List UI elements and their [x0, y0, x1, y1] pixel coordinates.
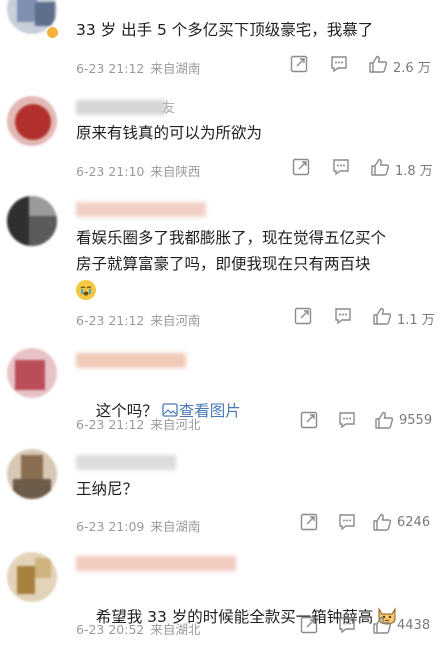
username	[76, 556, 236, 571]
avatar[interactable]	[7, 96, 57, 146]
comment-icon[interactable]	[338, 616, 356, 634]
username	[76, 455, 176, 470]
comment-actions: 2.6 万	[0, 55, 440, 77]
avatar[interactable]	[7, 552, 57, 602]
share-icon[interactable]	[294, 307, 312, 325]
like-count: 9559	[399, 413, 433, 428]
verified-badge-icon	[46, 26, 59, 39]
share-icon[interactable]	[300, 513, 318, 531]
comment-item: 希望我 33 岁的时候能全款买一箱钟薛高 6-23 20:52 来自湖北 4438	[0, 546, 440, 640]
like-count: 1.1 万	[397, 313, 435, 328]
comment-text: 33 岁 出手 5 个多亿买下顶级豪宅，我慕了	[76, 21, 374, 39]
avatar[interactable]	[7, 449, 57, 499]
crying-emoji-icon	[76, 280, 96, 300]
share-icon[interactable]	[300, 616, 318, 634]
like-count: 1.8 万	[395, 164, 433, 179]
like-icon[interactable]	[372, 513, 392, 531]
comment-actions: 1.8 万	[0, 158, 440, 180]
comment-item: 33 岁 出手 5 个多亿买下顶级豪宅，我慕了 6-23 21:12 来自湖南 2…	[0, 0, 440, 80]
username	[76, 100, 166, 115]
comment-icon[interactable]	[338, 513, 356, 531]
comment-item: 王纳尼？ 6-23 21:09 来自湖南 6246	[0, 443, 440, 538]
comment-item: 看娱乐圈多了我都膨胀了，现在觉得五亿买个 房子就算富豪了吗，即便我现在只有两百块…	[0, 192, 440, 337]
like-icon[interactable]	[372, 307, 392, 325]
comment-actions: 4438	[0, 616, 440, 638]
like-icon[interactable]	[368, 55, 388, 73]
username-tail: 友	[162, 101, 176, 116]
comment-actions: 6246	[0, 513, 440, 535]
share-icon[interactable]	[290, 55, 308, 73]
comment-icon[interactable]	[332, 158, 350, 176]
like-count: 6246	[397, 515, 431, 530]
avatar[interactable]	[7, 348, 57, 398]
comment-text: 王纳尼？	[76, 480, 139, 498]
share-icon[interactable]	[300, 411, 318, 429]
like-count: 4438	[397, 618, 431, 633]
like-icon[interactable]	[372, 616, 392, 634]
comment-text: 看娱乐圈多了我都膨胀了，现在觉得五亿买个 房子就算富豪了吗，即便我现在只有两百块	[76, 229, 387, 273]
like-icon[interactable]	[374, 411, 394, 429]
comment-icon[interactable]	[338, 411, 356, 429]
comment-text: 原来有钱真的可以为所欲为	[76, 124, 263, 142]
comment-icon[interactable]	[334, 307, 352, 325]
comment-actions: 9559	[0, 411, 440, 433]
like-count: 2.6 万	[393, 61, 431, 76]
comment-icon[interactable]	[330, 55, 348, 73]
share-icon[interactable]	[292, 158, 310, 176]
username	[76, 353, 186, 368]
comment-actions: 1.1 万	[0, 307, 440, 329]
comment-item: 友 原来有钱真的可以为所欲为 6-23 21:10 来自陕西 1.8 万	[0, 88, 440, 180]
like-icon[interactable]	[370, 158, 390, 176]
avatar[interactable]	[7, 196, 57, 246]
username	[76, 202, 206, 217]
comment-item: 这个吗？ 查看图片 6-23 21:12 来自河北 9559	[0, 342, 440, 437]
